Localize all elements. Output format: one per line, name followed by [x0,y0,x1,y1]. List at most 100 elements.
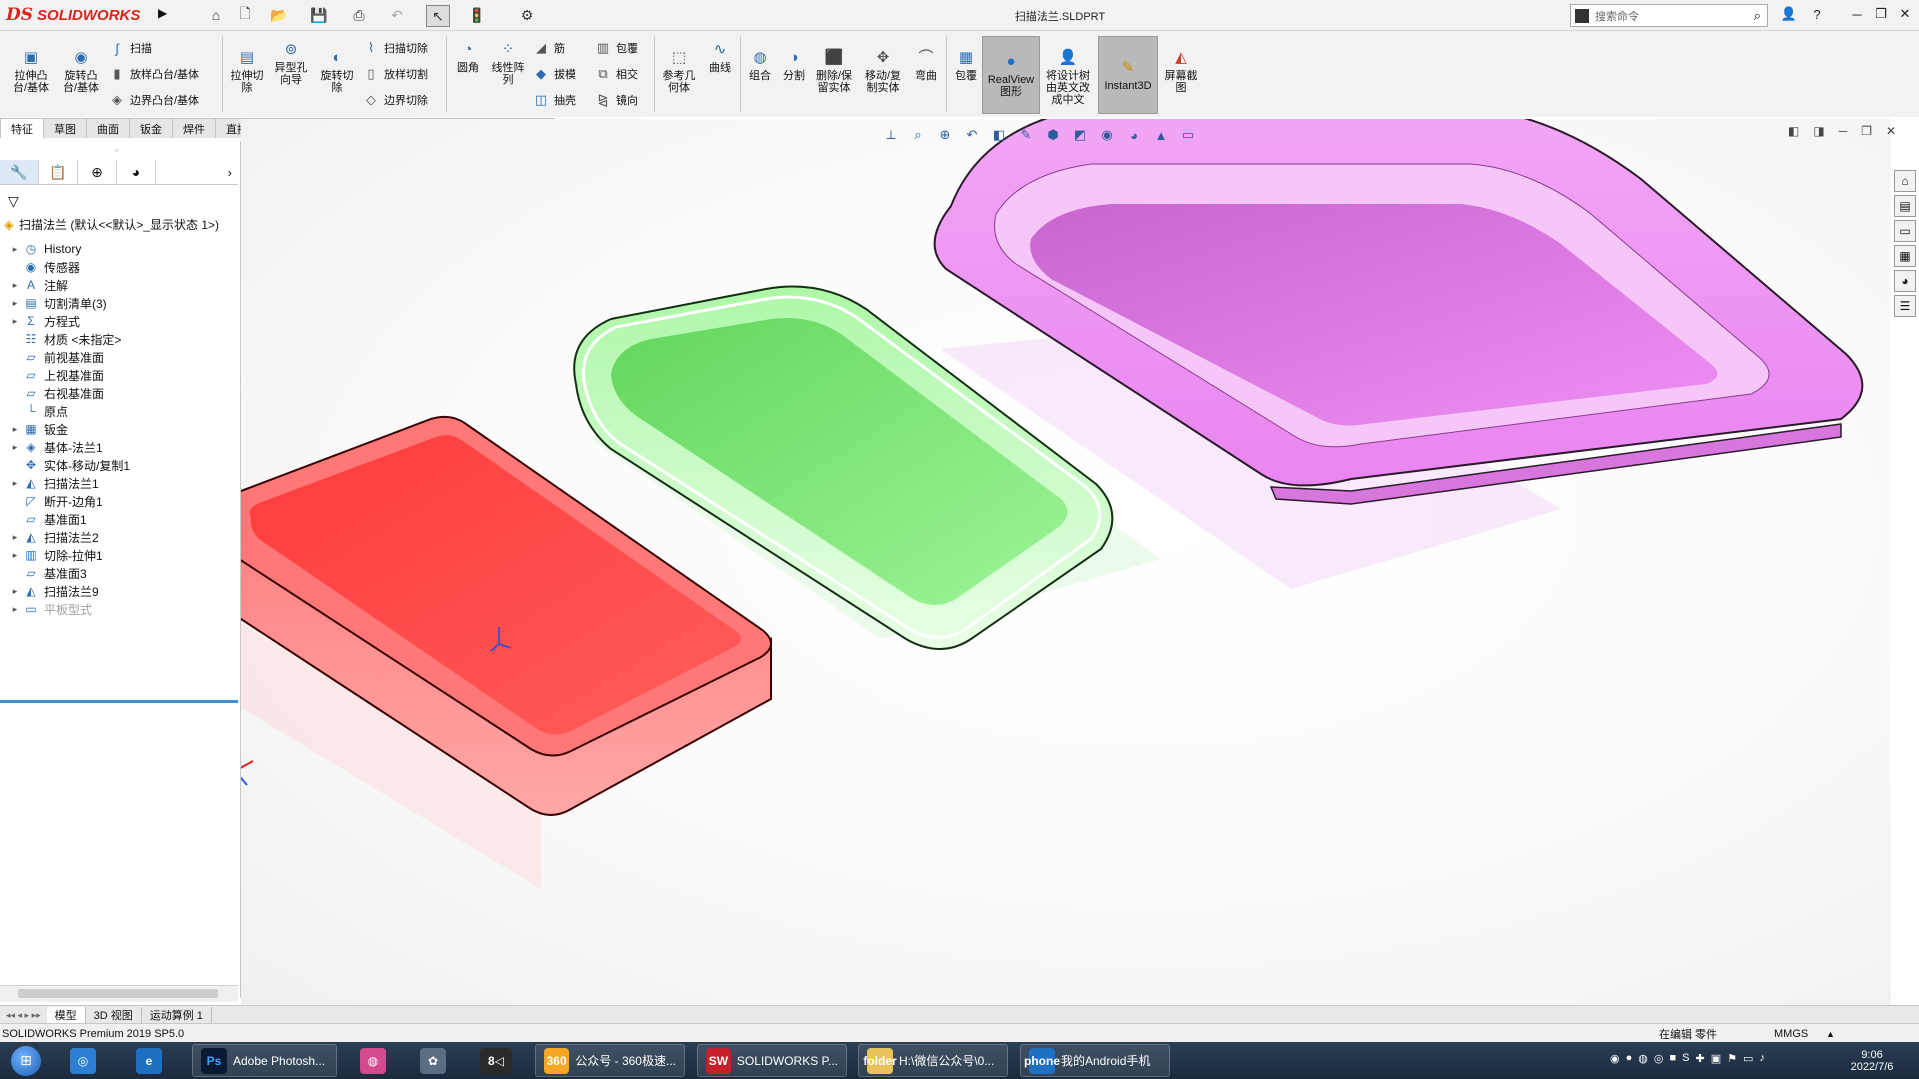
mirror-button[interactable]: ⧎ 镜向 [594,92,638,108]
rollback-bar[interactable] [0,700,238,703]
flag-tray-icon[interactable]: ⚑ [1727,1052,1737,1065]
tab-4[interactable]: 焊件 [172,118,216,138]
wrap-button[interactable]: ▥ 包覆 [594,40,638,56]
loft-boss-button[interactable]: ▮ 放样凸台/基体 [108,66,199,82]
taskbar-window-button[interactable]: Ps Adobe Photosh... [192,1044,337,1077]
select-arrow-icon[interactable]: ↖ [426,5,450,27]
undo-icon[interactable]: ↶ [386,5,408,25]
taskbar-window-button[interactable]: SW SOLIDWORKS P... [697,1044,847,1077]
boundary-cut-button[interactable]: ◇ 边界切除 [362,92,428,108]
draft-button[interactable]: ◆ 拔模 [532,66,576,82]
linear-pattern-button[interactable]: ⁘ 线性阵 列 [488,40,528,86]
ime-tray-icon[interactable]: S [1682,1052,1689,1065]
property-manager-tab-icon[interactable]: 📋 [39,160,78,184]
expand-arrow-icon[interactable]: ▸ [8,532,22,543]
feature-manager-tab-icon[interactable]: 🔧 [0,160,39,184]
network-tray-icon[interactable]: ◍ [1638,1052,1648,1065]
boundary-boss-button[interactable]: ◈ 边界凸台/基体 [108,92,199,108]
options-gear-icon[interactable]: ⚙ [516,5,538,25]
search-mode-icon[interactable] [1575,8,1589,23]
view-triad[interactable] [241,749,254,786]
taskbar-window-button[interactable]: 360 公众号 - 360极速... [535,1044,685,1077]
sweep-cut-button[interactable]: ⌇ 扫描切除 [362,40,428,56]
edit-appearance-icon[interactable]: ◕ [1123,124,1145,146]
minimize-icon[interactable]: ─ [1846,4,1868,24]
delete-keep-body-button[interactable]: ⬛ 删除/保 留实体 [812,48,856,94]
view-cube-icon[interactable]: ⬢ [1042,124,1064,146]
security-tray-icon[interactable]: ◎ [1654,1052,1664,1065]
loft-cut-button[interactable]: ▯ 放样切割 [362,66,428,82]
section-view-icon[interactable]: ◧ [988,124,1010,146]
view-orientation-icon[interactable]: ⟂ [880,124,902,146]
tree-root[interactable]: ◈ 扫描法兰 (默认<<默认>_显示状态 1>) [4,216,219,233]
custom-properties-icon[interactable]: ☰ [1894,295,1916,317]
rib-button[interactable]: ◢ 筋 [532,40,565,56]
hide-show-items-icon[interactable]: ◉ [1096,124,1118,146]
save-icon[interactable]: 💾 [308,5,330,25]
home-icon[interactable]: ⌂ [205,5,227,25]
scrollbar-thumb[interactable] [18,989,218,998]
expand-arrow-icon[interactable]: ▸ [8,244,22,255]
battery-tray-icon[interactable]: ▭ [1743,1052,1753,1065]
print-icon[interactable]: ⎙ [348,5,370,25]
media-tray-icon[interactable]: ▣ [1711,1052,1721,1065]
filter-icon[interactable]: ▽ [8,193,19,210]
expand-arrow-icon[interactable]: ▸ [8,604,22,615]
translate-tree-button[interactable]: 👤 将设计树 由英文改 成中文 [1040,48,1096,106]
expand-arrow-icon[interactable]: ▸ [8,298,22,309]
view-settings-icon[interactable]: ▭ [1177,124,1199,146]
instant3d-button[interactable]: ✎ Instant3D [1098,36,1158,114]
file-explorer-icon[interactable]: ▭ [1894,220,1916,242]
realview-button[interactable]: ● RealView 图形 [982,36,1040,114]
panel-tabs-more-icon[interactable]: › [156,160,238,184]
zoom-to-area-icon[interactable]: ⊕ [934,124,956,146]
taskbar-window-button[interactable]: phone 我的Android手机 [1020,1044,1170,1077]
display-manager-tab-icon[interactable]: ◕ [117,160,156,184]
app-tray-icon[interactable]: ■ [1669,1052,1676,1065]
expand-arrow-icon[interactable]: ▸ [8,442,22,453]
pinned-app-icon[interactable]: ◎ [70,1048,98,1074]
expand-arrow-icon[interactable]: ▸ [8,316,22,327]
pinned-media-icon[interactable]: 8◁ [480,1048,514,1074]
curves-button[interactable]: ∿ 曲线 [702,40,738,74]
combine-button[interactable]: ◍ 组合 [744,48,776,82]
wechat-tray-icon[interactable]: ◉ [1610,1052,1620,1065]
revolve-cut-button[interactable]: ◐ 旋转切 除 [316,48,358,94]
extrude-cut-button[interactable]: ▤ 拉伸切 除 [226,48,268,94]
split-button[interactable]: ◑ 分割 [778,48,810,82]
move-copy-body-button[interactable]: ✥ 移动/复 制实体 [860,48,906,94]
apply-scene-icon[interactable]: ▲ [1150,124,1172,146]
viewport-minimize-icon[interactable]: ─ [1839,124,1848,138]
qq-tray-icon[interactable]: ● [1626,1052,1633,1065]
units-dropdown-icon[interactable]: ▲ [1826,1029,1835,1039]
graphics-area[interactable] [241,119,1891,1005]
bottom-tab-1[interactable]: 3D 视图 [86,1006,142,1024]
revolve-boss-button[interactable]: ◉ 旋转凸 台/基体 [58,48,104,94]
user-icon[interactable]: 👤 [1778,4,1800,24]
tab-1[interactable]: 草图 [43,118,87,138]
pinned-browser-icon[interactable]: ◍ [360,1048,388,1074]
zoom-to-fit-icon[interactable]: ⌕ [907,124,929,146]
solidworks-logo[interactable]: DS SOLIDWORKS [6,3,154,27]
view-palette-icon[interactable]: ▦ [1894,245,1916,267]
extrude-boss-button[interactable]: ▣ 拉伸凸 台/基体 [8,48,54,94]
configuration-manager-tab-icon[interactable]: ⊕ [78,160,117,184]
solidworks-resources-icon[interactable]: ⌂ [1894,170,1916,192]
reference-geometry-button[interactable]: ⬚ 参考几 何体 [658,48,700,94]
open-icon[interactable]: 📂 [268,5,290,25]
tree-item[interactable]: ▸ ▭ 平板型式 [8,598,92,620]
dynamic-annotation-icon[interactable]: ✎ [1015,124,1037,146]
panel-grip-icon[interactable]: ◦ [115,145,118,155]
tab-scroll-arrows-icon[interactable]: ◂◂ ◂ ▸ ▸▸ [0,1010,47,1021]
flex-button[interactable]: ⌒ 弯曲 [910,48,942,82]
screen-capture-button[interactable]: ◭ 屏幕截 图 [1160,48,1202,94]
taskbar-clock[interactable]: 9:06 2022/7/6 [1840,1044,1904,1077]
sweep-button[interactable]: ∫ 扫描 [108,40,152,56]
menu-expand-arrow-icon[interactable]: ▶ [158,6,167,20]
volume-tray-icon[interactable]: ♪ [1759,1052,1765,1065]
viewport-restore-icon[interactable]: ❐ [1861,124,1872,138]
rebuild-icon[interactable]: 🚦 [466,5,488,25]
bottom-tab-2[interactable]: 运动算例 1 [142,1006,212,1024]
shell-button[interactable]: ◫ 抽壳 [532,92,576,108]
previous-view-icon[interactable]: ↶ [961,124,983,146]
